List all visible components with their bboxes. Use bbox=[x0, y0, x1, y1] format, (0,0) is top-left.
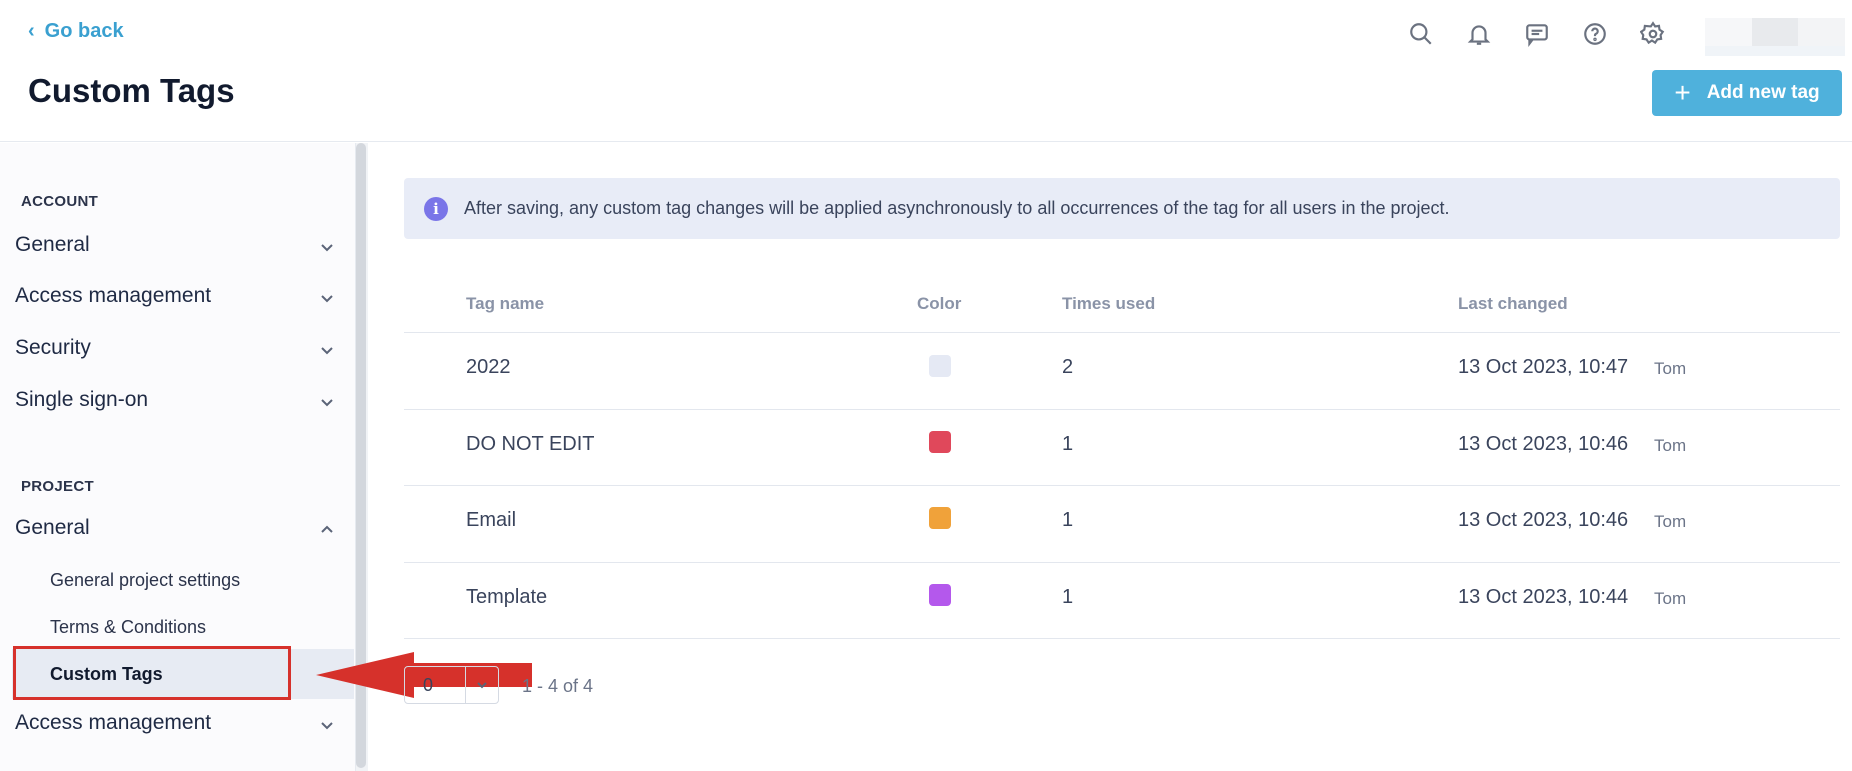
sidebar-item-label: Access management bbox=[15, 711, 212, 734]
tag-color-swatch bbox=[929, 431, 951, 453]
chevron-down-icon bbox=[319, 392, 335, 408]
message-icon[interactable] bbox=[1521, 18, 1553, 50]
column-header-color[interactable]: Color bbox=[917, 294, 961, 314]
sidebar-item-project-access-management[interactable]: Access management bbox=[15, 703, 335, 743]
table-divider bbox=[404, 638, 1840, 639]
times-used-cell: 1 bbox=[1062, 586, 1074, 608]
changed-by-cell: Tom bbox=[1654, 359, 1687, 378]
tag-name-cell: 2022 bbox=[466, 356, 511, 378]
gear-icon[interactable] bbox=[1637, 18, 1669, 50]
last-changed-cell: 13 Oct 2023, 10:46 bbox=[1458, 509, 1629, 531]
tag-name-cell: Email bbox=[466, 509, 517, 531]
go-back-label: Go back bbox=[44, 20, 124, 42]
sidebar-item-label: General bbox=[15, 233, 90, 256]
page-title: Custom Tags bbox=[28, 72, 235, 109]
info-banner: i After saving, any custom tag changes w… bbox=[404, 178, 1840, 239]
page-header: ‹ Go back Custom Tags + Add new tag bbox=[0, 0, 1852, 142]
sidebar-item-label: Security bbox=[15, 336, 91, 359]
sidebar-subitem-terms-conditions[interactable]: Terms & Conditions bbox=[50, 617, 206, 638]
chevron-down-icon bbox=[319, 340, 335, 356]
sidebar-item-security[interactable]: Security bbox=[15, 328, 335, 368]
go-back-link[interactable]: ‹ Go back bbox=[28, 20, 124, 43]
tag-color-swatch bbox=[929, 584, 951, 606]
add-new-tag-button[interactable]: + Add new tag bbox=[1652, 70, 1842, 116]
tag-color-swatch bbox=[929, 355, 951, 377]
times-used-cell: 1 bbox=[1062, 509, 1074, 531]
chevron-down-icon bbox=[319, 237, 335, 253]
sidebar-item-single-sign-on[interactable]: Single sign-on bbox=[15, 380, 335, 420]
times-used-cell: 2 bbox=[1062, 356, 1074, 378]
last-changed-cell: 13 Oct 2023, 10:44 bbox=[1458, 586, 1629, 608]
changed-by-cell: Tom bbox=[1654, 512, 1687, 531]
column-header-tag-name[interactable]: Tag name bbox=[466, 294, 544, 314]
sidebar-item-label: Single sign-on bbox=[15, 388, 149, 411]
sidebar-item-label: Access management bbox=[15, 284, 212, 307]
tag-name-cell: DO NOT EDIT bbox=[466, 433, 595, 455]
chevron-down-icon bbox=[466, 679, 498, 691]
chevron-left-icon: ‹ bbox=[28, 20, 35, 42]
sidebar-subitem-general-project-settings[interactable]: General project settings bbox=[50, 570, 240, 591]
sidebar-item-general[interactable]: General bbox=[15, 225, 335, 265]
page-size-value: 0 bbox=[423, 674, 434, 695]
top-toolbar bbox=[1405, 18, 1669, 50]
changed-by-cell: Tom bbox=[1654, 436, 1687, 455]
help-icon[interactable] bbox=[1579, 18, 1611, 50]
column-header-last-changed[interactable]: Last changed bbox=[1458, 294, 1568, 314]
info-banner-text: After saving, any custom tag changes wil… bbox=[464, 198, 1450, 218]
plus-icon: + bbox=[1674, 77, 1691, 108]
page-size-select[interactable]: 0 bbox=[404, 666, 499, 704]
column-header-times-used[interactable]: Times used bbox=[1062, 294, 1155, 314]
changed-by-cell: Tom bbox=[1654, 589, 1687, 608]
section-label-project: PROJECT bbox=[21, 478, 94, 495]
avatar-shadow bbox=[1705, 46, 1845, 56]
info-icon: i bbox=[424, 196, 448, 221]
add-new-tag-label: Add new tag bbox=[1706, 82, 1820, 103]
annotation-highlight-box bbox=[13, 646, 291, 700]
last-changed-cell: 13 Oct 2023, 10:46 bbox=[1458, 433, 1629, 455]
sidebar-item-project-general[interactable]: General bbox=[15, 508, 335, 548]
chevron-down-icon bbox=[319, 288, 335, 304]
tag-color-swatch bbox=[929, 507, 951, 529]
pagination-range: 1 - 4 of 4 bbox=[522, 676, 594, 696]
tag-name-cell: Template bbox=[466, 586, 548, 608]
sidebar-item-access-management[interactable]: Access management bbox=[15, 276, 335, 316]
search-icon[interactable] bbox=[1405, 18, 1437, 50]
times-used-cell: 1 bbox=[1062, 433, 1074, 455]
chevron-down-icon bbox=[319, 715, 335, 731]
sidebar-item-label: General bbox=[15, 516, 90, 539]
bell-icon[interactable] bbox=[1463, 18, 1495, 50]
chevron-up-icon bbox=[319, 520, 335, 536]
last-changed-cell: 13 Oct 2023, 10:47 bbox=[1458, 356, 1629, 378]
section-label-account: ACCOUNT bbox=[21, 193, 99, 210]
